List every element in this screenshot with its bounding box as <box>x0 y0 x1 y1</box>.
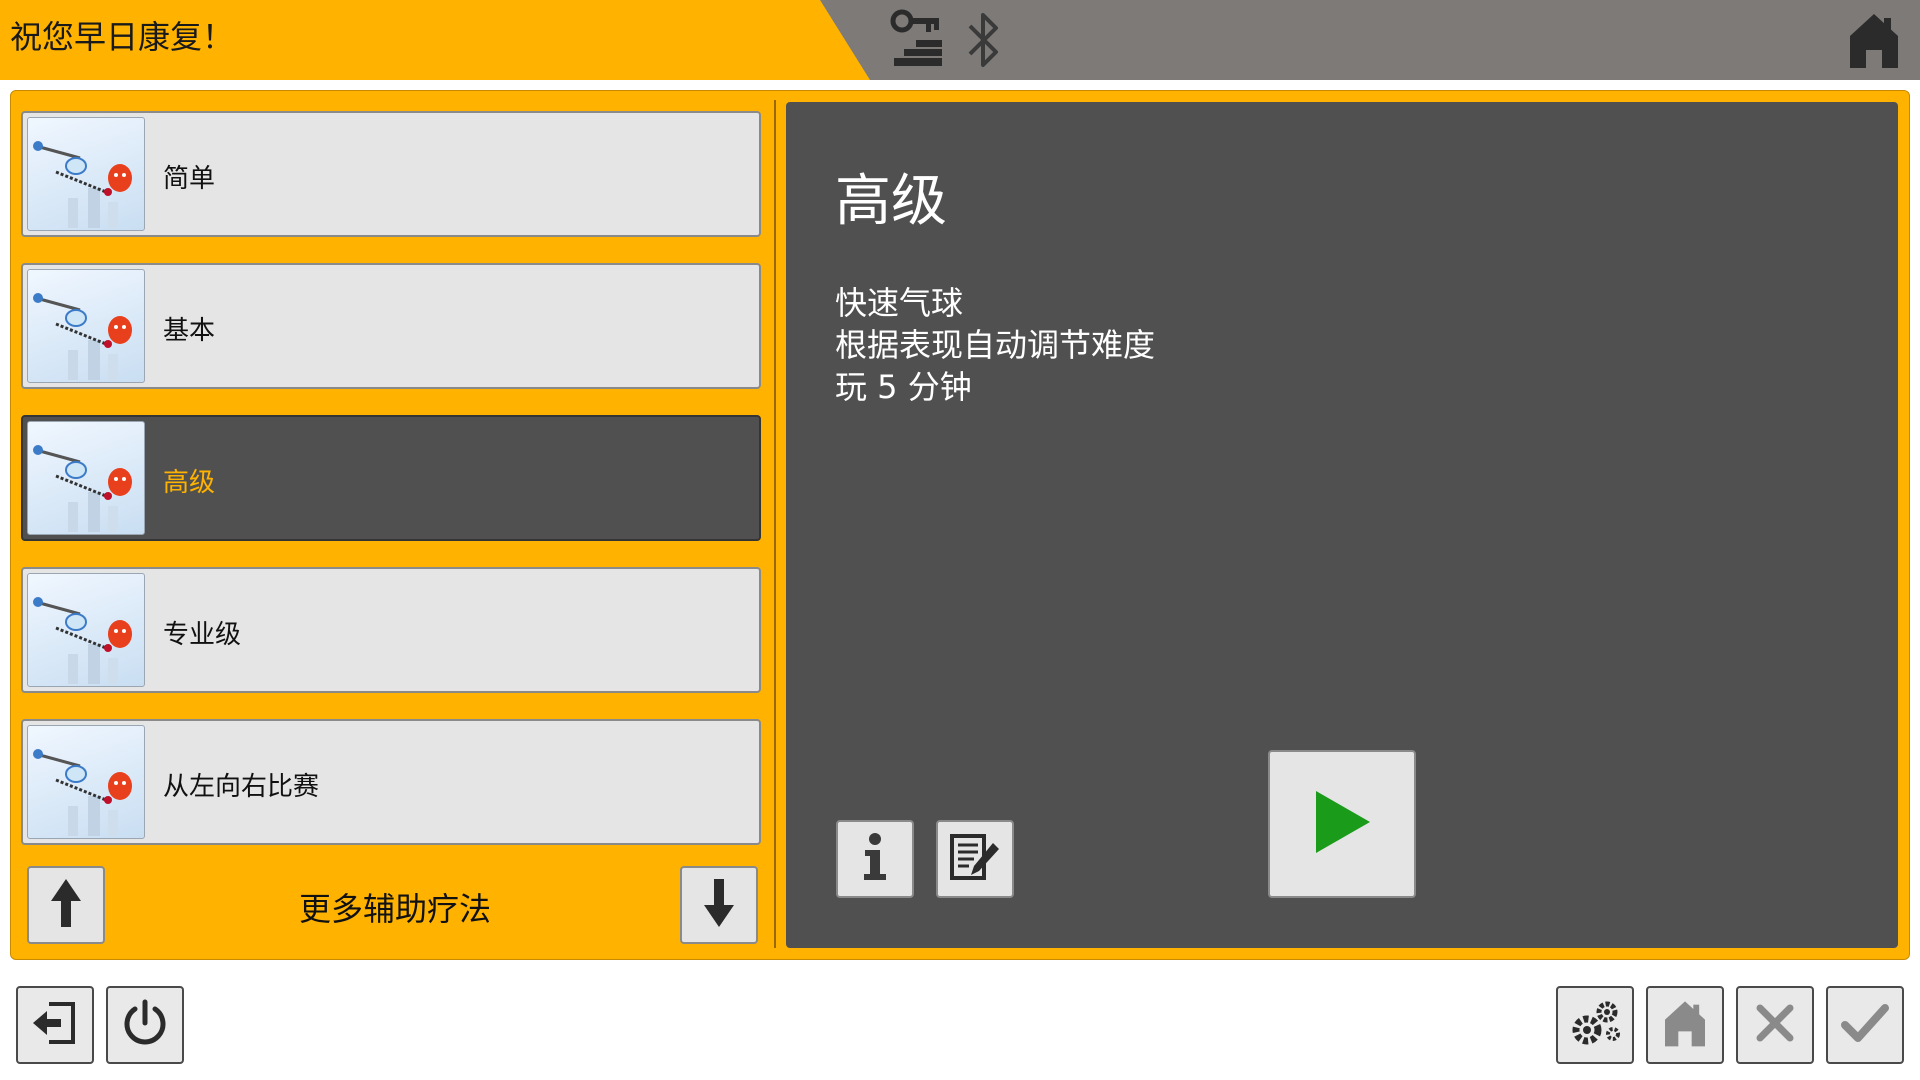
power-icon <box>121 999 169 1051</box>
home-button[interactable] <box>1646 986 1724 1064</box>
scroll-up-button[interactable] <box>27 866 105 944</box>
top-bar <box>0 0 1920 80</box>
logout-icon <box>31 998 79 1052</box>
greeting-text: 祝您早日康复！ <box>10 18 235 56</box>
home-icon <box>1663 998 1707 1052</box>
arrow-up-icon <box>49 877 83 933</box>
detail-description-line: 玩 5 分钟 <box>835 368 972 406</box>
list-item-label: 从左向右比赛 <box>163 772 320 802</box>
frame-divider <box>774 100 776 948</box>
play-icon <box>1312 789 1372 859</box>
play-button[interactable] <box>1268 750 1416 898</box>
list-item-label: 专业级 <box>163 620 242 650</box>
arrow-down-icon <box>702 877 736 933</box>
detail-title: 高级 <box>835 169 947 234</box>
list-item-basic[interactable]: 基本 <box>21 263 761 389</box>
list-item-simple[interactable]: 简单 <box>21 111 761 237</box>
key-stairs-icon <box>890 8 946 74</box>
check-icon <box>1841 1003 1889 1047</box>
info-icon <box>860 832 890 886</box>
more-therapies-label: 更多辅助疗法 <box>298 890 491 928</box>
logout-button[interactable] <box>16 986 94 1064</box>
helicopter-balloon-game-icon <box>27 573 145 687</box>
edit-notes-button[interactable] <box>936 820 1014 898</box>
bluetooth-icon <box>964 8 1004 76</box>
list-item-left-right-race[interactable]: 从左向右比赛 <box>21 719 761 845</box>
list-item-label: 基本 <box>163 316 216 346</box>
edit-notes-icon <box>949 833 1001 885</box>
settings-gears-icon <box>1569 998 1621 1052</box>
helicopter-balloon-game-icon <box>27 117 145 231</box>
settings-button[interactable] <box>1556 986 1634 1064</box>
detail-description-line: 快速气球 <box>835 284 964 322</box>
helicopter-balloon-game-icon <box>27 725 145 839</box>
list-item-professional[interactable]: 专业级 <box>21 567 761 693</box>
scroll-down-button[interactable] <box>680 866 758 944</box>
power-button[interactable] <box>106 986 184 1064</box>
info-button[interactable] <box>836 820 914 898</box>
helicopter-balloon-game-icon <box>27 269 145 383</box>
list-item-advanced[interactable]: 高级 <box>21 415 761 541</box>
home-icon[interactable] <box>1848 10 1900 74</box>
confirm-button[interactable] <box>1826 986 1904 1064</box>
close-icon <box>1755 1003 1795 1047</box>
list-item-label: 简单 <box>163 164 216 194</box>
list-item-label: 高级 <box>163 468 216 498</box>
helicopter-balloon-game-icon <box>27 421 145 535</box>
detail-description-line: 根据表现自动调节难度 <box>835 326 1156 364</box>
cancel-button[interactable] <box>1736 986 1814 1064</box>
